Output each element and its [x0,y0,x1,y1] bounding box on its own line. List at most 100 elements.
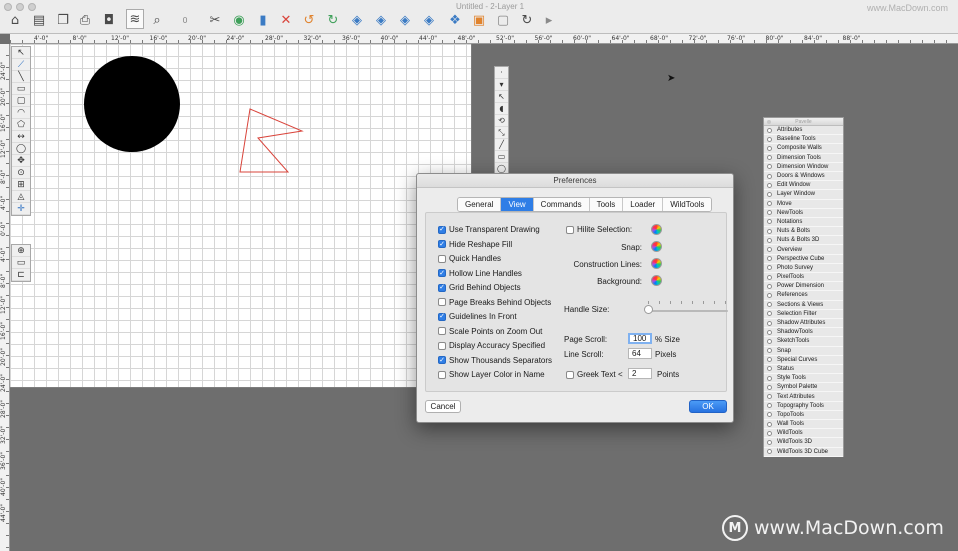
minimize-window-button[interactable] [16,3,24,11]
tab-commands[interactable]: Commands [533,198,590,211]
layer-backward-icon[interactable]: ◈ [396,11,414,29]
red-polygon-shape[interactable] [239,108,304,173]
checkbox[interactable] [438,341,446,350]
palette-list-item[interactable]: NewTools [764,209,843,218]
checkbox[interactable]: ✓ [438,225,446,234]
drawing-canvas[interactable] [10,44,472,388]
radio-icon[interactable] [767,338,772,344]
align-icon[interactable]: ❖ [446,11,464,29]
radio-icon[interactable] [767,136,772,142]
move-icon[interactable]: ✥ [12,155,30,167]
checkbox-row[interactable]: Scale Points on Zoom Out [438,327,542,336]
palette-list-item[interactable]: Wall Tools [764,420,843,430]
select-arrow-icon[interactable]: ↖ [12,47,30,59]
checkbox-row[interactable]: Page Breaks Behind Objects [438,298,551,307]
radio-icon[interactable] [767,348,772,354]
greek-text-checkbox[interactable] [566,370,574,379]
hilite-color-wheel-icon[interactable] [651,224,662,235]
checkbox-row[interactable]: ✓ Hide Reshape Fill [438,240,512,249]
checkbox[interactable]: ✓ [438,269,446,277]
lock-icon[interactable]: ▣ [470,11,488,29]
palette-list-item[interactable]: ShadowTools [764,328,843,338]
reshape-icon[interactable]: ⟋ [12,59,30,71]
arrow-icon[interactable]: ▸ [540,11,558,29]
slider-knob[interactable] [644,305,653,314]
reshape-small-icon[interactable]: ⟲ [495,115,508,127]
background-color-wheel-icon[interactable] [651,275,662,286]
radio-icon[interactable] [767,320,772,326]
radio-icon[interactable] [767,265,772,271]
palette-list-item[interactable]: Status [764,365,843,375]
palette-list-item[interactable]: Shadow Attributes [764,319,843,329]
undo-icon[interactable]: ↺ [300,11,318,29]
polygon-icon[interactable]: ⬠ [12,119,30,131]
rectangle-icon[interactable]: ▭ [12,83,30,95]
save-icon[interactable]: ▤ [30,11,48,29]
door-icon[interactable]: ⊏ [12,269,30,281]
dimension-icon[interactable]: ↔ [12,131,30,143]
checkbox-row[interactable]: Show Layer Color in Name [438,370,545,379]
black-circle-shape[interactable] [84,56,180,152]
redo-icon[interactable]: ↻ [324,11,342,29]
palette-list-item[interactable]: Doors & Windows [764,172,843,182]
unlock-icon[interactable]: ▢ [494,11,512,29]
checkbox[interactable] [438,370,446,379]
line-scroll-field[interactable]: 64 [628,348,652,359]
paint-bucket-icon[interactable]: ◬ [12,191,30,203]
radio-icon[interactable] [767,311,772,317]
palette-list-item[interactable]: Nuts & Bolts 3D [764,236,843,246]
palette-list-item[interactable]: Style Tools [764,374,843,384]
radio-icon[interactable] [767,403,772,409]
palette-list-item[interactable]: WildTools 3D Cube [764,448,843,457]
checkbox[interactable]: ✓ [438,312,446,321]
zoom-window-button[interactable] [28,3,36,11]
palette-list-item[interactable]: Move [764,200,843,209]
radio-icon[interactable] [767,210,772,216]
print-icon[interactable]: ⎙ [76,11,94,29]
ok-button[interactable]: OK [689,400,727,413]
rounded-rect-icon[interactable]: ▢ [12,95,30,107]
radio-icon[interactable] [767,283,772,289]
checkbox[interactable]: ✓ [438,240,446,248]
layer-forward-icon[interactable]: ◈ [372,11,390,29]
pointer-icon[interactable]: ↖ [495,91,508,103]
palette-list-item[interactable]: Notations [764,218,843,228]
radio-icon[interactable] [767,219,772,225]
tab-wildtools[interactable]: WildTools [663,198,712,211]
palette-list-item[interactable]: Snap [764,347,843,356]
radio-icon[interactable] [767,430,772,436]
checkbox-row[interactable]: Display Accuracy Specified [438,341,545,350]
radio-icon[interactable] [767,191,772,197]
palette-close-button[interactable] [767,120,771,124]
radio-icon[interactable] [767,247,772,253]
checkbox[interactable]: ✓ [438,356,446,364]
palette-list-item[interactable]: Composite Walls [764,144,843,154]
radio-icon[interactable] [767,394,772,400]
page-scroll-field[interactable]: 100 [628,333,652,344]
palette-list-item[interactable]: Symbol Palette [764,383,843,393]
group-icon[interactable]: ◉ [230,11,248,29]
rect-small-icon[interactable]: ▭ [495,151,508,163]
radio-icon[interactable] [767,164,772,170]
layer-back-icon[interactable]: ◈ [420,11,438,29]
crosshair-icon[interactable]: ✛ [12,203,30,215]
tab-tools[interactable]: Tools [589,198,624,211]
radio-icon[interactable] [767,145,772,151]
radio-icon[interactable] [767,449,772,455]
construction-lines-color-wheel-icon[interactable] [651,258,662,269]
radio-icon[interactable] [767,292,772,298]
arc-icon[interactable]: ◠ [12,107,30,119]
radio-icon[interactable] [767,127,772,133]
tab-view[interactable]: View [501,198,534,211]
close-window-button[interactable] [4,3,12,11]
palette-list-item[interactable]: Baseline Tools [764,135,843,145]
line-small-icon[interactable]: ╱ [495,139,508,151]
pen-icon[interactable]: ▮ [254,11,272,29]
hilite-selection-checkbox[interactable] [566,225,574,234]
checkbox[interactable] [438,327,446,335]
scissors-icon[interactable]: ✂ [206,11,224,29]
radio-icon[interactable] [767,256,772,262]
checkbox[interactable] [438,254,446,263]
palette-list-item[interactable]: Perspective Cube [764,255,843,264]
checkbox-row[interactable]: Quick Handles [438,254,501,263]
